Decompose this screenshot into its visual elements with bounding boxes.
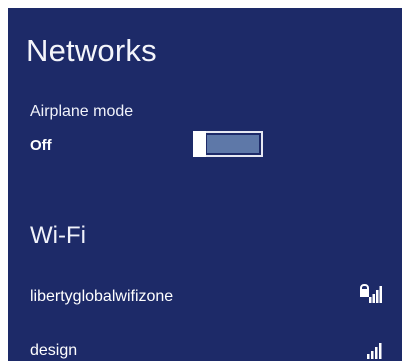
panel-title: Networks [26, 33, 157, 68]
networks-panel: Networks Airplane mode Off Wi-Fi liberty… [8, 8, 402, 361]
airplane-mode-label: Airplane mode [30, 103, 134, 120]
network-item-design[interactable]: design [8, 330, 402, 361]
wifi-signal-icon [367, 343, 382, 359]
wifi-section-title: Wi-Fi [30, 222, 86, 249]
network-name: libertyglobalwifizone [30, 288, 174, 305]
network-name: design [30, 342, 78, 359]
wifi-signal-secured-icon [360, 284, 382, 303]
toggle-track [207, 135, 259, 153]
airplane-mode-state: Off [30, 137, 52, 154]
network-item-libertyglobalwifizone[interactable]: libertyglobalwifizone [8, 276, 402, 316]
toggle-thumb[interactable] [193, 131, 206, 157]
airplane-mode-toggle[interactable] [193, 131, 263, 157]
